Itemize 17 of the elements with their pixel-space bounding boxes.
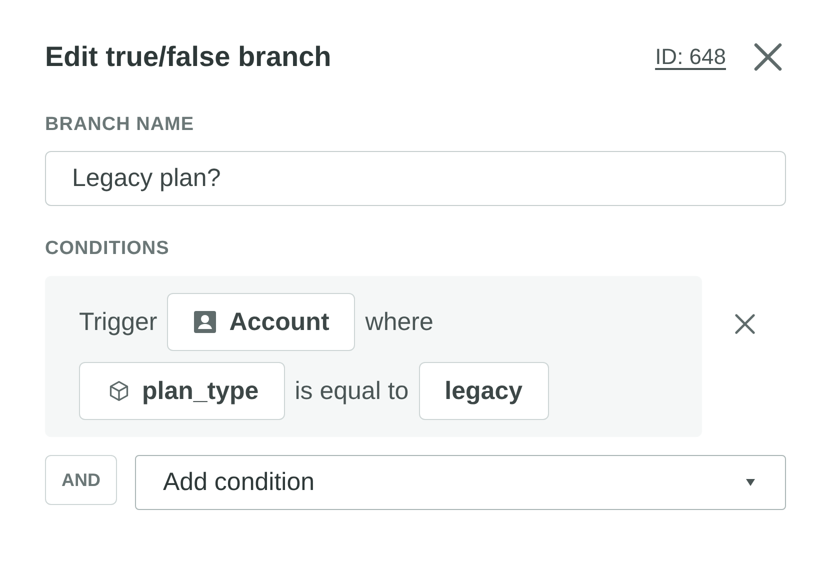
id-link[interactable]: ID: 648 <box>655 44 726 70</box>
property-chip[interactable]: plan_type <box>79 362 285 420</box>
person-icon <box>193 310 218 334</box>
section-label: CONDITIONS <box>45 238 170 261</box>
remove-condition-button[interactable] <box>732 311 758 337</box>
entity-chip[interactable]: Account <box>167 293 356 351</box>
and-button[interactable]: AND <box>45 455 117 505</box>
caret-icon <box>746 479 755 486</box>
condition-text: Trigger <box>79 308 158 336</box>
cube-icon <box>108 380 130 402</box>
dialog-title: Edit true/false branch <box>45 41 332 73</box>
branch-name-field[interactable]: Legacy plan? <box>45 151 786 206</box>
condition-text: is equal to <box>294 376 409 406</box>
value-chip[interactable]: legacy <box>418 362 549 420</box>
condition-text: where <box>365 308 434 336</box>
field-label: BRANCH NAME <box>45 114 196 137</box>
add-condition-dropdown[interactable]: Add condition <box>135 455 786 510</box>
